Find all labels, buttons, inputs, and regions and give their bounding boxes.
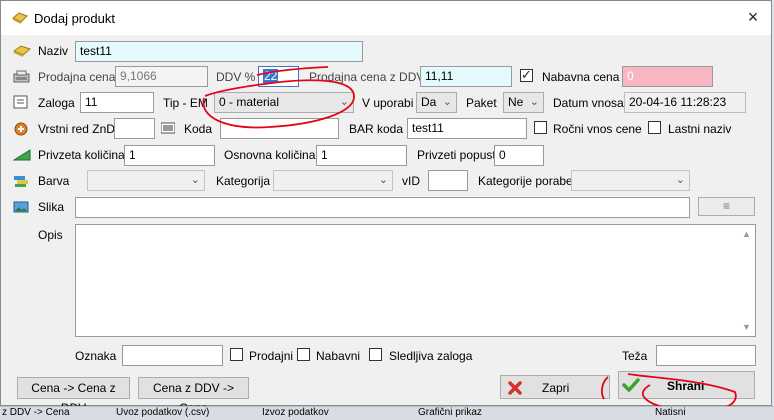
taskbar-item[interactable]: Izvoz podatkov <box>262 406 372 419</box>
red-annotation-marks <box>202 66 737 412</box>
taskbar-item[interactable]: Uvoz podatkov (.csv) <box>116 406 246 419</box>
taskbar-item[interactable]: z DDV -> Cena <box>2 406 102 419</box>
taskbar-item[interactable]: Grafični prikaz <box>418 406 538 419</box>
taskbar-item[interactable]: Natisni <box>655 406 735 419</box>
